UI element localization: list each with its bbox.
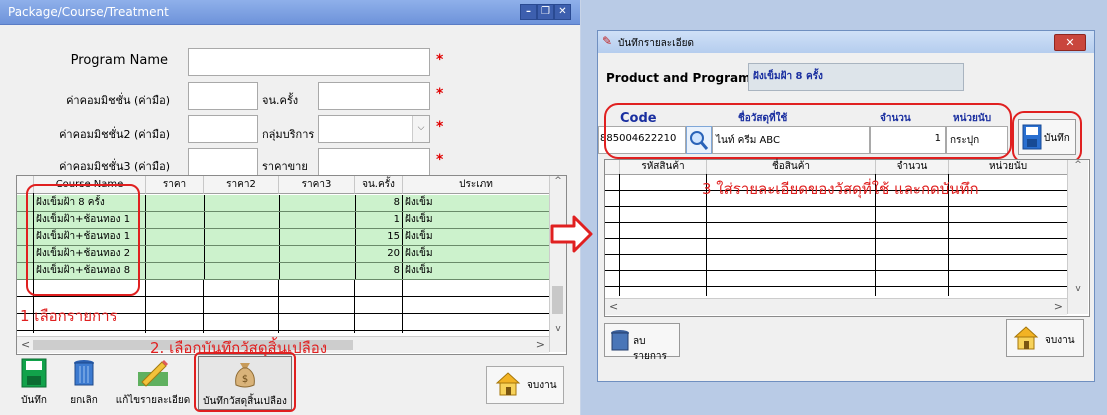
- commission2-input[interactable]: [188, 115, 258, 143]
- vertical-scrollbar[interactable]: ^ v: [1067, 160, 1088, 314]
- count-input[interactable]: [318, 82, 430, 110]
- edit-details-button[interactable]: แก้ไขรายละเอียด: [112, 356, 194, 408]
- required-mark: *: [436, 152, 444, 168]
- house-icon: [1013, 326, 1039, 350]
- window-titlebar: Package/Course/Treatment – ❐ ✕: [0, 0, 580, 25]
- restore-icon[interactable]: ❐: [537, 4, 554, 20]
- annotation-box-save: [1012, 111, 1082, 163]
- scroll-thumb[interactable]: [552, 286, 563, 314]
- close-icon[interactable]: ✕: [554, 4, 571, 20]
- col-header-product-code[interactable]: รหัสสินค้า: [620, 160, 707, 175]
- col-header-unit[interactable]: หน่วยนับ: [949, 160, 1068, 175]
- price-label: ราคาขาย: [262, 160, 308, 173]
- annotation-step1: 1 เลือกรายการ: [20, 307, 118, 325]
- count-label: จน.ครั้ง: [262, 94, 299, 107]
- scroll-up-icon[interactable]: ^: [550, 176, 566, 186]
- close-job-button[interactable]: จบงาน: [1006, 319, 1084, 357]
- arrow-right-icon: [550, 215, 593, 253]
- col-header-price2[interactable]: ราคา2: [204, 176, 279, 194]
- trash-icon: [74, 360, 94, 386]
- vertical-scrollbar[interactable]: ^ v: [549, 176, 566, 352]
- scroll-left-icon[interactable]: <: [21, 338, 30, 351]
- col-header-type[interactable]: ประเภท: [403, 176, 550, 194]
- save-button[interactable]: บันทึก: [14, 356, 54, 408]
- service-group-select[interactable]: ⌵: [318, 115, 430, 143]
- window-title: Package/Course/Treatment: [8, 5, 169, 19]
- annotation-box-entry: [604, 103, 1012, 159]
- scroll-right-icon[interactable]: >: [536, 338, 545, 351]
- col-header-price3[interactable]: ราคา3: [279, 176, 355, 194]
- program-name-label: Program Name: [70, 53, 168, 68]
- cancel-button[interactable]: ยกเลิก: [62, 356, 106, 408]
- required-mark: *: [436, 119, 444, 135]
- annotation-box-record: [194, 352, 296, 412]
- col-header-quantity[interactable]: จำนวน: [876, 160, 949, 175]
- program-name-input[interactable]: [188, 48, 430, 76]
- product-program-value-box: ฝังเข็มฝ้า 8 ครั้ง: [748, 63, 964, 91]
- commission1-input[interactable]: [188, 82, 258, 110]
- window-titlebar: ✎ บันทึกรายละเอียด ✕: [598, 31, 1094, 53]
- minimize-icon[interactable]: –: [520, 4, 537, 20]
- floppy-icon: [21, 358, 47, 388]
- package-course-window: Package/Course/Treatment – ❐ ✕ Program N…: [0, 0, 581, 415]
- scroll-up-icon[interactable]: ^: [1068, 160, 1088, 170]
- record-details-window: ✎ บันทึกรายละเอียด ✕ Product and Program…: [597, 30, 1095, 382]
- delete-item-button[interactable]: ลบรายการ: [604, 323, 680, 362]
- commission3-label: ค่าคอมมิชชั่น3 (ค่ามือ): [59, 160, 170, 173]
- commission3-input[interactable]: [188, 148, 258, 176]
- scroll-down-icon[interactable]: v: [550, 324, 566, 334]
- scroll-left-icon[interactable]: <: [609, 300, 618, 313]
- annotation-box-select: [26, 184, 140, 296]
- close-icon[interactable]: ✕: [1054, 34, 1086, 51]
- app-icon: ✎: [602, 34, 613, 48]
- pencil-edit-icon: [138, 360, 168, 387]
- commission2-label: ค่าคอมมิชชั่น2 (ค่ามือ): [59, 128, 170, 141]
- close-job-button[interactable]: จบงาน: [486, 366, 564, 404]
- price-input[interactable]: [318, 148, 430, 176]
- scroll-right-icon[interactable]: >: [1054, 300, 1063, 313]
- commission1-label: ค่าคอมมิชชั่น (ค่ามือ): [66, 94, 170, 107]
- house-icon: [495, 372, 521, 396]
- chevron-down-icon[interactable]: ⌵: [412, 116, 429, 142]
- col-header-product-name[interactable]: ชื่อสินค้า: [707, 160, 876, 175]
- scroll-down-icon[interactable]: v: [1068, 284, 1088, 294]
- trash-icon: [611, 330, 629, 351]
- col-header-count[interactable]: จน.ครั้ง: [355, 176, 403, 194]
- product-program-label: Product and Program: [606, 71, 751, 85]
- horizontal-scrollbar[interactable]: < >: [605, 298, 1067, 315]
- required-mark: *: [436, 86, 444, 102]
- col-header-price[interactable]: ราคา: [146, 176, 204, 194]
- annotation-step3: 3 ใส่รายละเอียดของวัสดุที่ใช้ และกดบันทึ…: [702, 180, 979, 198]
- service-group-label: กลุ่มบริการ: [262, 128, 315, 141]
- required-mark: *: [436, 52, 444, 68]
- window-title: บันทึกรายละเอียด: [618, 38, 694, 49]
